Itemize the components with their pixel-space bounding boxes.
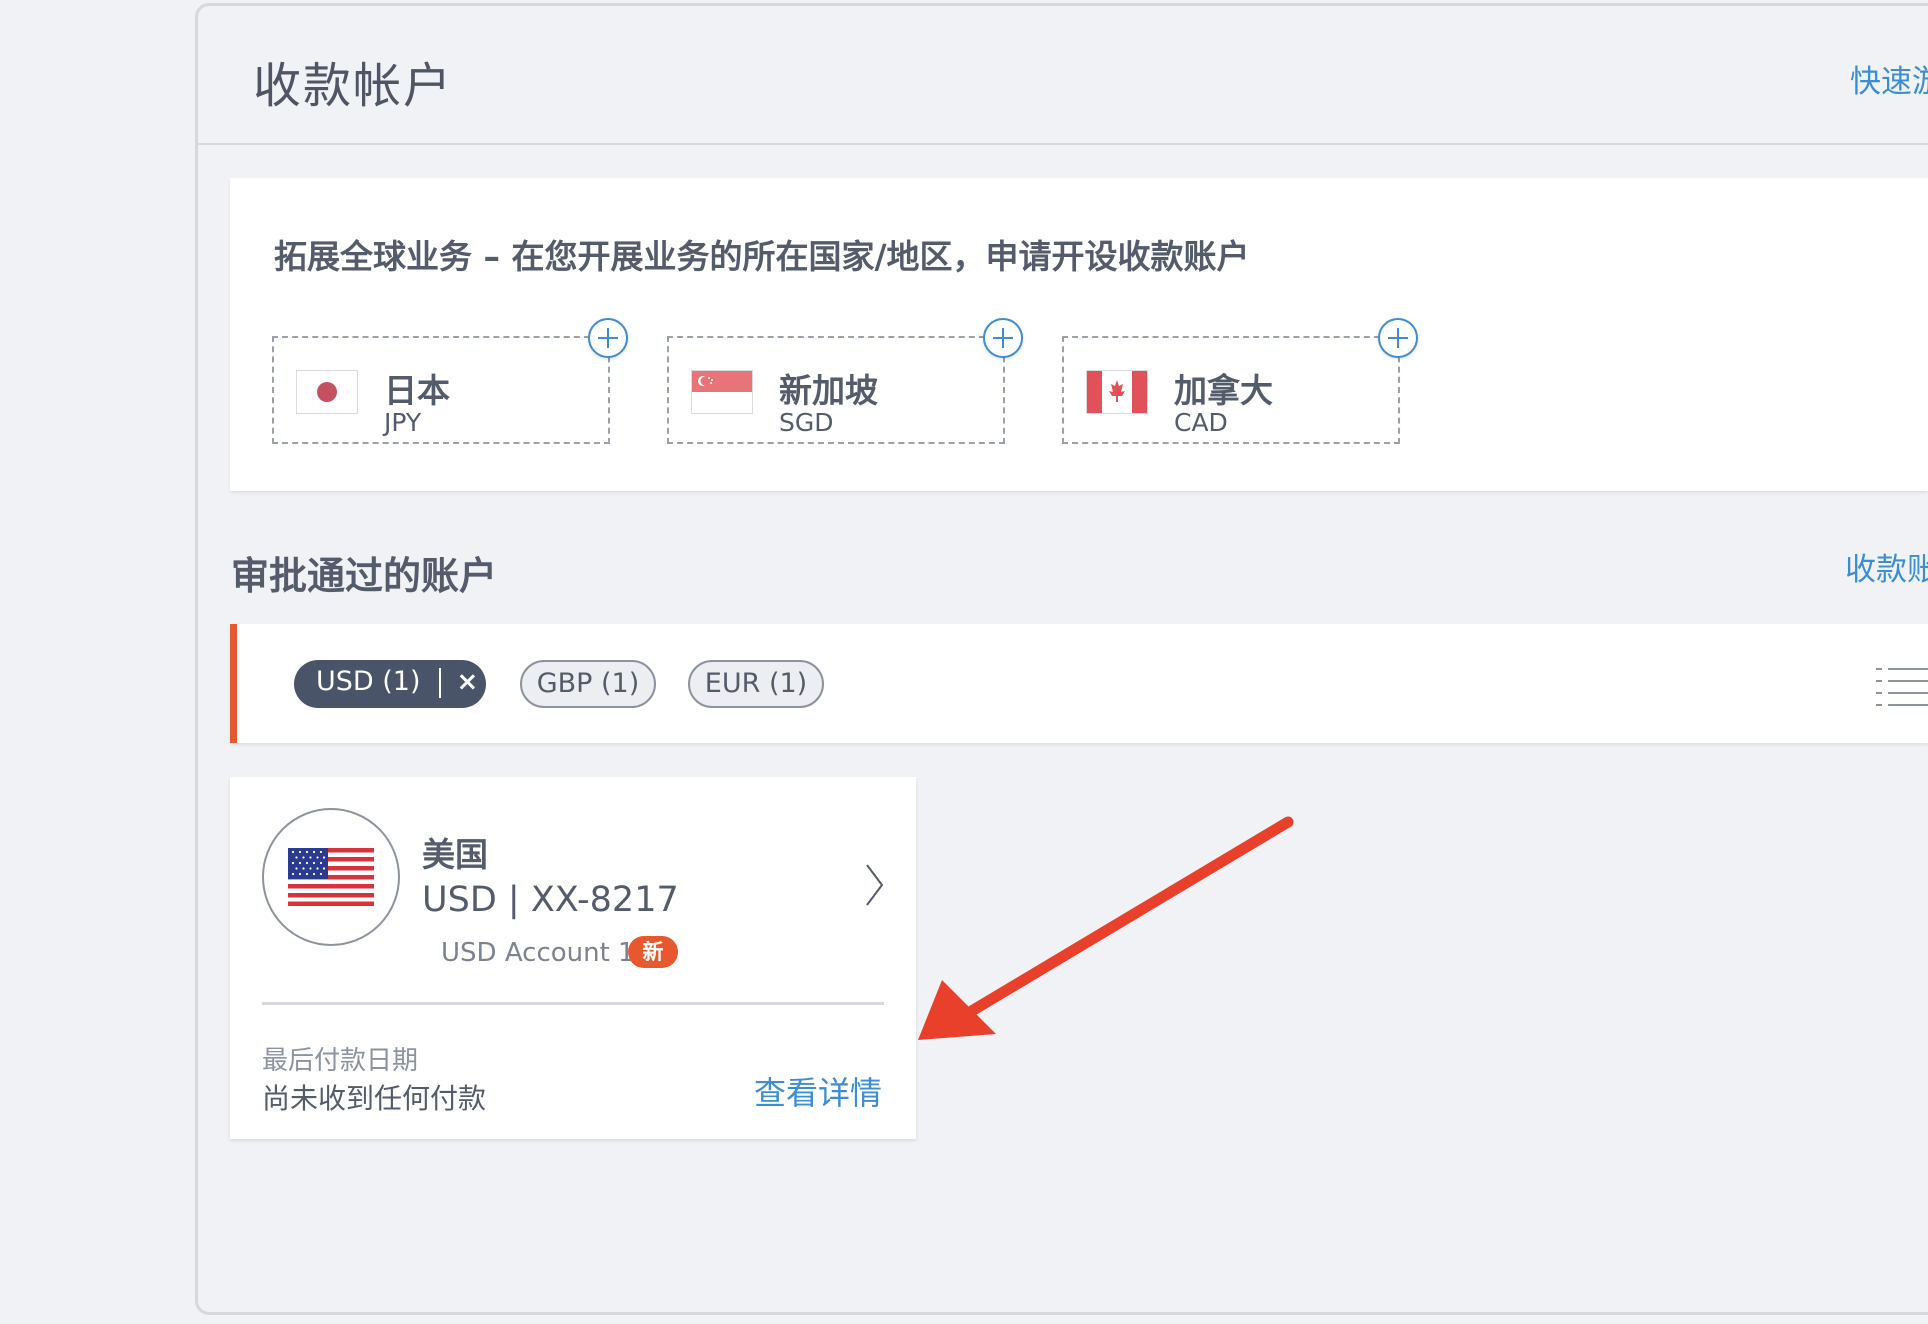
list-view-icon[interactable] bbox=[1876, 668, 1928, 708]
card-divider bbox=[262, 1002, 884, 1005]
chevron-right-icon[interactable] bbox=[864, 862, 886, 908]
expand-business-title: 拓展全球业务 – 在您开展业务的所在国家/地区，申请开设收款账户 bbox=[274, 237, 1250, 276]
currency-code: JPY bbox=[384, 408, 422, 437]
annotation-arrow-icon bbox=[918, 816, 1294, 1040]
country-name: 加拿大 bbox=[1174, 371, 1273, 410]
chip-label: GBP (1) bbox=[536, 668, 640, 699]
account-number: USD | XX-8217 bbox=[422, 880, 679, 920]
chip-separator bbox=[438, 667, 441, 698]
singapore-flag-icon bbox=[691, 370, 753, 414]
remove-filter-icon[interactable]: × bbox=[457, 667, 479, 697]
new-badge: 新 bbox=[628, 936, 678, 968]
country-name: 日本 bbox=[384, 371, 450, 410]
view-details-link[interactable]: 查看详情 bbox=[754, 1068, 882, 1114]
filter-chip-usd[interactable]: USD (1) × bbox=[294, 660, 486, 708]
add-account-singapore[interactable]: 新加坡 SGD bbox=[667, 318, 1023, 444]
page-title: 收款帐户 bbox=[253, 58, 454, 114]
account-name: USD Account 1 bbox=[441, 938, 635, 968]
filter-chip-gbp[interactable]: GBP (1) bbox=[520, 660, 656, 708]
accounts-link[interactable]: 收款账 bbox=[1845, 544, 1928, 589]
add-account-japan[interactable]: 日本 JPY bbox=[272, 318, 628, 444]
last-payment-label: 最后付款日期 bbox=[262, 1046, 419, 1076]
plus-icon[interactable] bbox=[1378, 318, 1418, 358]
filter-chip-eur[interactable]: EUR (1) bbox=[688, 660, 824, 708]
japan-flag-icon bbox=[296, 370, 358, 414]
chip-label: EUR (1) bbox=[704, 668, 808, 699]
chip-label: USD (1) bbox=[316, 666, 421, 697]
canada-flag-icon bbox=[1086, 370, 1148, 414]
us-flag-icon bbox=[288, 848, 374, 906]
last-payment-value: 尚未收到任何付款 bbox=[262, 1082, 487, 1115]
currency-code: SGD bbox=[779, 408, 834, 437]
account-country: 美国 bbox=[422, 835, 488, 874]
approved-accounts-title: 审批通过的账户 bbox=[231, 554, 498, 598]
country-name: 新加坡 bbox=[779, 371, 878, 410]
header-divider bbox=[198, 143, 1928, 145]
plus-icon[interactable] bbox=[588, 318, 628, 358]
add-account-canada[interactable]: 加拿大 CAD bbox=[1062, 318, 1418, 444]
quick-guide-link[interactable]: 快速游 bbox=[1850, 56, 1928, 101]
expand-business-card bbox=[230, 178, 1928, 491]
plus-icon[interactable] bbox=[983, 318, 1023, 358]
currency-code: CAD bbox=[1174, 408, 1228, 437]
